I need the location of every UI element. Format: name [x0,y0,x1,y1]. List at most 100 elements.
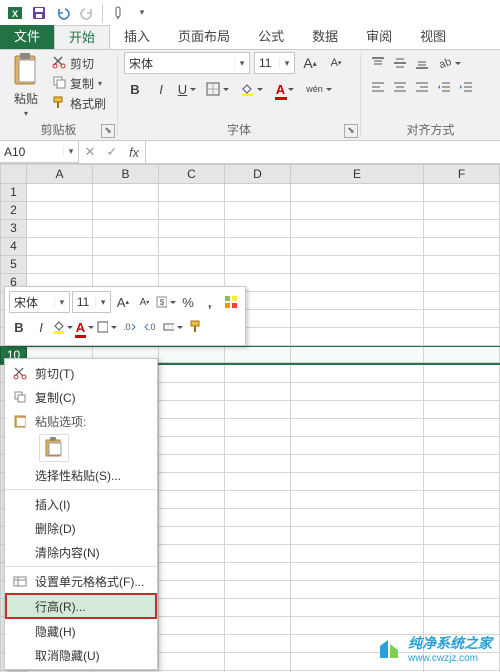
tab-home[interactable]: 开始 [54,25,110,50]
cell[interactable] [291,328,424,346]
menu-clear-contents[interactable]: 清除内容(N) [5,540,157,564]
cell[interactable] [159,220,225,238]
mini-italic-button[interactable]: I [31,317,51,337]
orientation-button[interactable]: ab [433,52,463,74]
mini-borders-button[interactable] [97,317,117,337]
qat-customize-icon[interactable]: ▾ [131,2,153,24]
column-header[interactable]: A [27,164,93,184]
cell[interactable] [93,238,159,256]
tab-insert[interactable]: 插入 [110,25,164,49]
cell[interactable] [225,653,291,671]
mini-font-name[interactable]: 宋体▾ [9,291,70,313]
mini-shrink-font[interactable]: A▾ [135,292,155,312]
row-header[interactable]: 4 [0,238,27,256]
cell[interactable] [424,292,500,310]
cell[interactable] [27,184,93,202]
touch-mode-icon[interactable] [107,2,129,24]
mini-cell-styles-icon[interactable] [221,292,241,312]
menu-delete[interactable]: 删除(D) [5,516,157,540]
cell[interactable] [225,238,291,256]
tab-formulas[interactable]: 公式 [244,25,298,49]
redo-icon[interactable] [76,2,98,24]
menu-copy[interactable]: 复制(C) [5,385,157,409]
column-header[interactable]: C [159,164,225,184]
cancel-formula-icon[interactable]: ✕ [79,144,101,160]
cell[interactable] [291,310,424,328]
paste-button[interactable]: 粘贴 ▾ [6,52,46,118]
align-right-button[interactable] [411,76,433,98]
cell[interactable] [27,238,93,256]
paste-dropdown-icon[interactable]: ▾ [24,109,28,118]
cell[interactable] [291,220,424,238]
tab-view[interactable]: 视图 [406,25,460,49]
bold-button[interactable]: B [124,78,146,100]
cell[interactable] [225,184,291,202]
align-center-button[interactable] [389,76,411,98]
paste-keep-source-icon[interactable] [39,434,69,462]
mini-merge-button[interactable] [163,317,183,337]
cell[interactable] [424,220,500,238]
fill-color-button[interactable] [236,78,266,100]
select-all-corner[interactable] [0,164,27,184]
undo-icon[interactable] [52,2,74,24]
cell[interactable] [93,202,159,220]
cell[interactable] [291,184,424,202]
cell[interactable] [27,256,93,274]
menu-cut[interactable]: 剪切(T) [5,361,157,385]
mini-font-color-button[interactable]: A [75,317,95,337]
row-header[interactable]: 2 [0,202,27,220]
font-color-button[interactable]: A [270,78,300,100]
clipboard-launcher-icon[interactable]: ⬊ [101,124,115,138]
menu-row-height[interactable]: 行高(R)... [5,593,157,619]
cell[interactable] [291,274,424,292]
name-box[interactable]: A10 ▾ [0,141,79,163]
mini-accounting-format[interactable]: $ [156,292,176,312]
phonetic-guide-button[interactable]: wén [304,78,334,100]
menu-unhide[interactable]: 取消隐藏(U) [5,643,157,667]
grow-font-button[interactable]: A▴ [299,52,321,74]
cell[interactable] [159,184,225,202]
cell[interactable] [27,202,93,220]
menu-insert[interactable]: 插入(I) [5,492,157,516]
mini-grow-font[interactable]: A▴ [113,292,133,312]
cell[interactable] [225,202,291,220]
italic-button[interactable]: I [150,78,172,100]
tab-page-layout[interactable]: 页面布局 [164,25,244,49]
cell[interactable] [159,202,225,220]
cell[interactable] [424,328,500,346]
mini-decrease-decimal-button[interactable]: .0 [141,317,161,337]
cell[interactable] [291,292,424,310]
tab-review[interactable]: 审阅 [352,25,406,49]
tab-data[interactable]: 数据 [298,25,352,49]
cell[interactable] [424,184,500,202]
cell[interactable] [159,256,225,274]
cell[interactable] [27,220,93,238]
font-size-combo[interactable]: 11 ▾ [254,52,295,74]
tab-file[interactable]: 文件 [0,25,54,49]
column-header[interactable]: E [291,164,424,184]
cell[interactable] [93,256,159,274]
shrink-font-button[interactable]: A▾ [325,52,347,74]
mini-font-size[interactable]: 11▾ [72,291,111,313]
cell[interactable] [291,238,424,256]
menu-paste-special[interactable]: 选择性粘贴(S)... [5,463,157,487]
mini-comma-button[interactable]: , [200,292,220,312]
row-header[interactable]: 1 [0,184,27,202]
align-bottom-button[interactable] [411,52,433,74]
format-painter-button[interactable]: 格式刷 [52,94,106,112]
cell[interactable] [424,274,500,292]
row-header[interactable]: 5 [0,256,27,274]
row-header[interactable]: 3 [0,220,27,238]
cell[interactable] [159,238,225,256]
decrease-indent-button[interactable] [433,76,455,98]
fx-icon[interactable]: fx [123,145,145,160]
cell[interactable] [424,202,500,220]
mini-format-painter-button[interactable] [185,317,205,337]
menu-hide[interactable]: 隐藏(H) [5,619,157,643]
mini-increase-decimal-button[interactable]: .0 [119,317,139,337]
menu-paste-option-item[interactable] [5,433,157,463]
cell[interactable] [225,256,291,274]
font-name-combo[interactable]: 宋体 ▾ [124,52,250,74]
underline-button[interactable]: U [176,78,198,100]
enter-formula-icon[interactable]: ✓ [101,144,123,160]
